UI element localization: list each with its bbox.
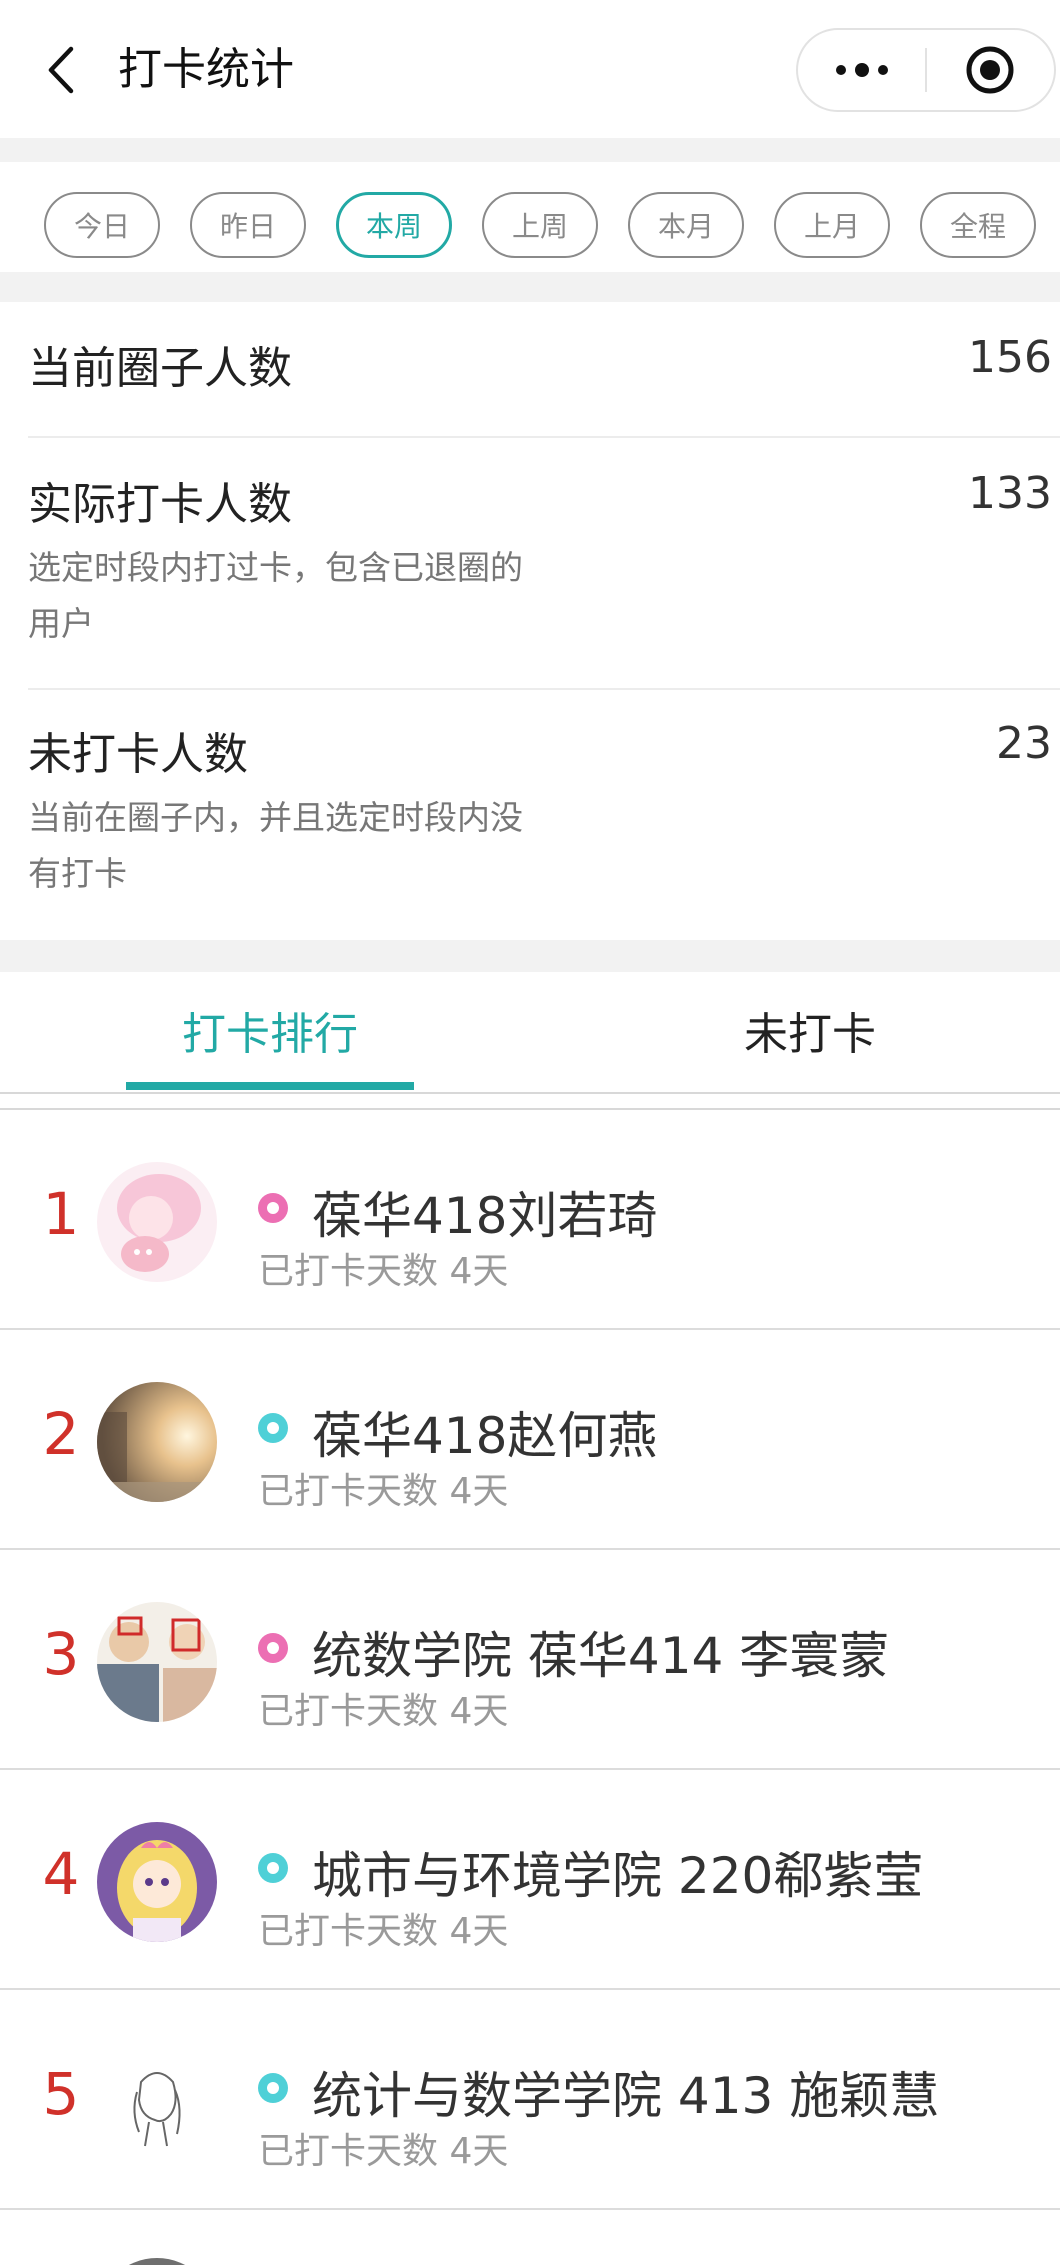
filter-today[interactable]: 今日: [44, 192, 160, 258]
list-item[interactable]: 3 统数学院 葆华414 李寰蒙 已打卡天数 4天: [0, 1550, 1060, 1770]
member-name: 城市与环境学院 220郗紫莹: [312, 1847, 924, 1905]
tab-ranking[interactable]: 打卡排行: [126, 998, 414, 1060]
list-item[interactable]: 5 统计与数学学院 413 施颖慧 已打卡天数 4天: [0, 1990, 1060, 2210]
checkin-days: 已打卡天数 4天: [258, 2131, 509, 2172]
filter-this-month[interactable]: 本月: [628, 192, 744, 258]
page-title: 打卡统计: [118, 44, 294, 95]
target-icon: [966, 46, 1014, 94]
member-name: 葆华418刘若琦: [312, 1187, 658, 1245]
divider: [0, 2208, 1060, 2210]
male-icon: [258, 2073, 288, 2103]
member-name: 统计与数学学院 413 施颖慧: [312, 2067, 940, 2125]
filter-yesterday[interactable]: 昨日: [190, 192, 306, 258]
stat-unchecked-label: 未打卡人数: [28, 729, 248, 780]
avatar: [97, 2258, 217, 2265]
female-icon: [258, 1193, 288, 1223]
avatar: [97, 1822, 217, 1942]
section-gap: [0, 138, 1060, 162]
stat-checked-label: 实际打卡人数: [28, 479, 292, 530]
stat-members: 当前圈子人数 156: [28, 332, 1060, 412]
section-gap: [0, 940, 1060, 972]
tab-unchecked[interactable]: 未打卡: [660, 998, 960, 1060]
rank-number: 2: [42, 1400, 80, 1468]
tab-bar: 打卡排行 未打卡: [0, 972, 1060, 1094]
back-icon[interactable]: [38, 40, 82, 100]
ranking-list: 1 葆华418刘若琦 已打卡天数 4天 2 葆华418赵何燕 已打卡天数 4天 …: [0, 1094, 1060, 2265]
avatar: [97, 2042, 217, 2162]
list-item[interactable]: 4 城市与环境学院 220郗紫莹 已打卡天数 4天: [0, 1770, 1060, 1990]
close-mini-program-button[interactable]: [927, 30, 1054, 110]
stat-unchecked-desc: 当前在圈子内，并且选定时段内没有打卡: [28, 798, 523, 893]
stat-members-label: 当前圈子人数: [28, 343, 292, 394]
checkin-days: 已打卡天数 4天: [258, 1471, 509, 1512]
stat-unchecked: 未打卡人数 23 当前在圈子内，并且选定时段内没有打卡: [28, 718, 1060, 938]
list-item[interactable]: 2 葆华418赵何燕 已打卡天数 4天: [0, 1330, 1060, 1550]
active-tab-indicator: [126, 1082, 414, 1090]
section-gap: [0, 272, 1060, 302]
mini-program-capsule: [796, 28, 1056, 112]
stat-unchecked-value: 23: [996, 718, 1052, 769]
member-name: 葆华418赵何燕: [312, 1407, 658, 1465]
male-icon: [258, 1413, 288, 1443]
avatar: [97, 1602, 217, 1722]
member-name: 统数学院 葆华414 李寰蒙: [312, 1627, 890, 1685]
filter-last-week[interactable]: 上周: [482, 192, 598, 258]
more-dots-icon: [835, 63, 888, 77]
avatar: [97, 1162, 217, 1282]
rank-number: 3: [42, 1620, 80, 1688]
checkin-days: 已打卡天数 4天: [258, 1911, 509, 1952]
stat-checked-desc: 选定时段内打过卡，包含已退圈的用户: [28, 548, 523, 643]
period-filter-bar: 今日 昨日 本周 上周 本月 上月 全程: [0, 162, 1060, 272]
rank-number: 4: [42, 1840, 80, 1908]
rank-number: 1: [42, 1180, 80, 1248]
filter-last-month[interactable]: 上月: [774, 192, 890, 258]
filter-this-week[interactable]: 本周: [336, 192, 452, 258]
list-item[interactable]: 1 葆华418刘若琦 已打卡天数 4天: [0, 1110, 1060, 1330]
rank-number: 5: [42, 2060, 80, 2128]
filter-all-time[interactable]: 全程: [920, 192, 1036, 258]
more-options-button[interactable]: [798, 30, 925, 110]
female-icon: [258, 1633, 288, 1663]
checkin-days: 已打卡天数 4天: [258, 1251, 509, 1292]
divider: [28, 688, 1060, 690]
stat-members-value: 156: [968, 332, 1052, 383]
checkin-days: 已打卡天数 4天: [258, 1691, 509, 1732]
stat-checked: 实际打卡人数 133 选定时段内打过卡，包含已退圈的用户: [28, 468, 1060, 688]
avatar: [97, 1382, 217, 1502]
divider: [28, 436, 1060, 438]
male-icon: [258, 1853, 288, 1883]
stat-checked-value: 133: [968, 468, 1052, 519]
stats-panel: 当前圈子人数 156 实际打卡人数 133 选定时段内打过卡，包含已退圈的用户 …: [0, 302, 1060, 940]
navigation-bar: 打卡统计: [0, 0, 1060, 138]
